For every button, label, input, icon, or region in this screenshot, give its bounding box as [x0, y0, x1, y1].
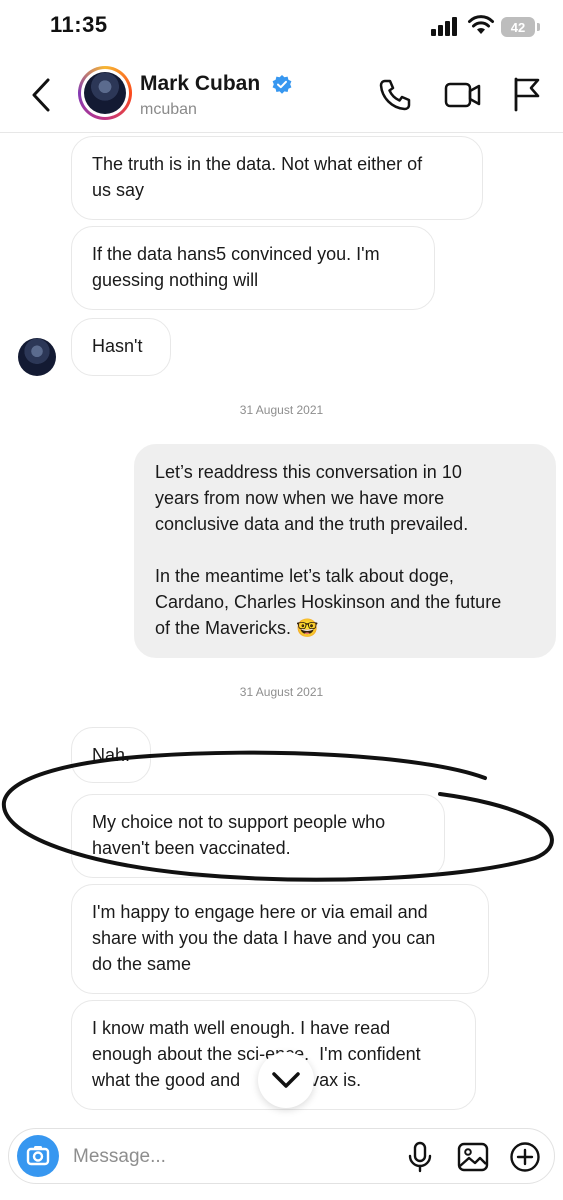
received-message: My choice not to support people who have…: [71, 794, 445, 878]
received-message: Hasn't: [71, 318, 171, 376]
message-composer: [8, 1128, 555, 1184]
add-icon[interactable]: [509, 1141, 541, 1173]
wifi-icon: [468, 15, 494, 34]
contact-avatar[interactable]: [78, 66, 132, 120]
back-icon[interactable]: [28, 76, 56, 114]
status-time: 11:35: [50, 12, 108, 37]
message-input[interactable]: [71, 1139, 395, 1175]
phone-icon[interactable]: [378, 78, 412, 112]
received-message: The truth is in the data. Not what eithe…: [71, 136, 483, 220]
microphone-icon[interactable]: [407, 1141, 433, 1173]
avatar-image: [84, 72, 126, 114]
date-separator: 31 August 2021: [239, 403, 324, 417]
flag-icon[interactable]: [512, 76, 542, 112]
received-message: I'm happy to engage here or via email an…: [71, 884, 489, 994]
status-bar: 11:35 42: [0, 0, 563, 56]
chevron-down-icon: [272, 1072, 300, 1088]
video-icon[interactable]: [444, 78, 482, 112]
verified-badge-icon: [272, 75, 292, 94]
sent-message: Let’s readdress this conversation in 10 …: [134, 444, 556, 658]
battery-level: 42: [501, 17, 535, 37]
date-separator: 31 August 2021: [239, 685, 324, 699]
received-message: Nah.: [71, 727, 151, 783]
chat-header: Mark Cuban mcuban: [0, 56, 563, 133]
avatar-ring-gap: [81, 69, 129, 117]
scroll-down-button[interactable]: [258, 1052, 314, 1108]
sender-avatar[interactable]: [18, 338, 56, 376]
battery-icon: 42: [501, 17, 541, 37]
camera-button[interactable]: [17, 1135, 59, 1177]
battery-tip: [537, 23, 540, 31]
signal-icon: [431, 17, 457, 36]
camera-icon: [26, 1146, 50, 1166]
gallery-icon[interactable]: [457, 1141, 489, 1173]
contact-handle: mcuban: [140, 101, 197, 118]
received-message: If the data hans5 convinced you. I'm gue…: [71, 226, 435, 310]
contact-name[interactable]: Mark Cuban: [140, 72, 260, 96]
